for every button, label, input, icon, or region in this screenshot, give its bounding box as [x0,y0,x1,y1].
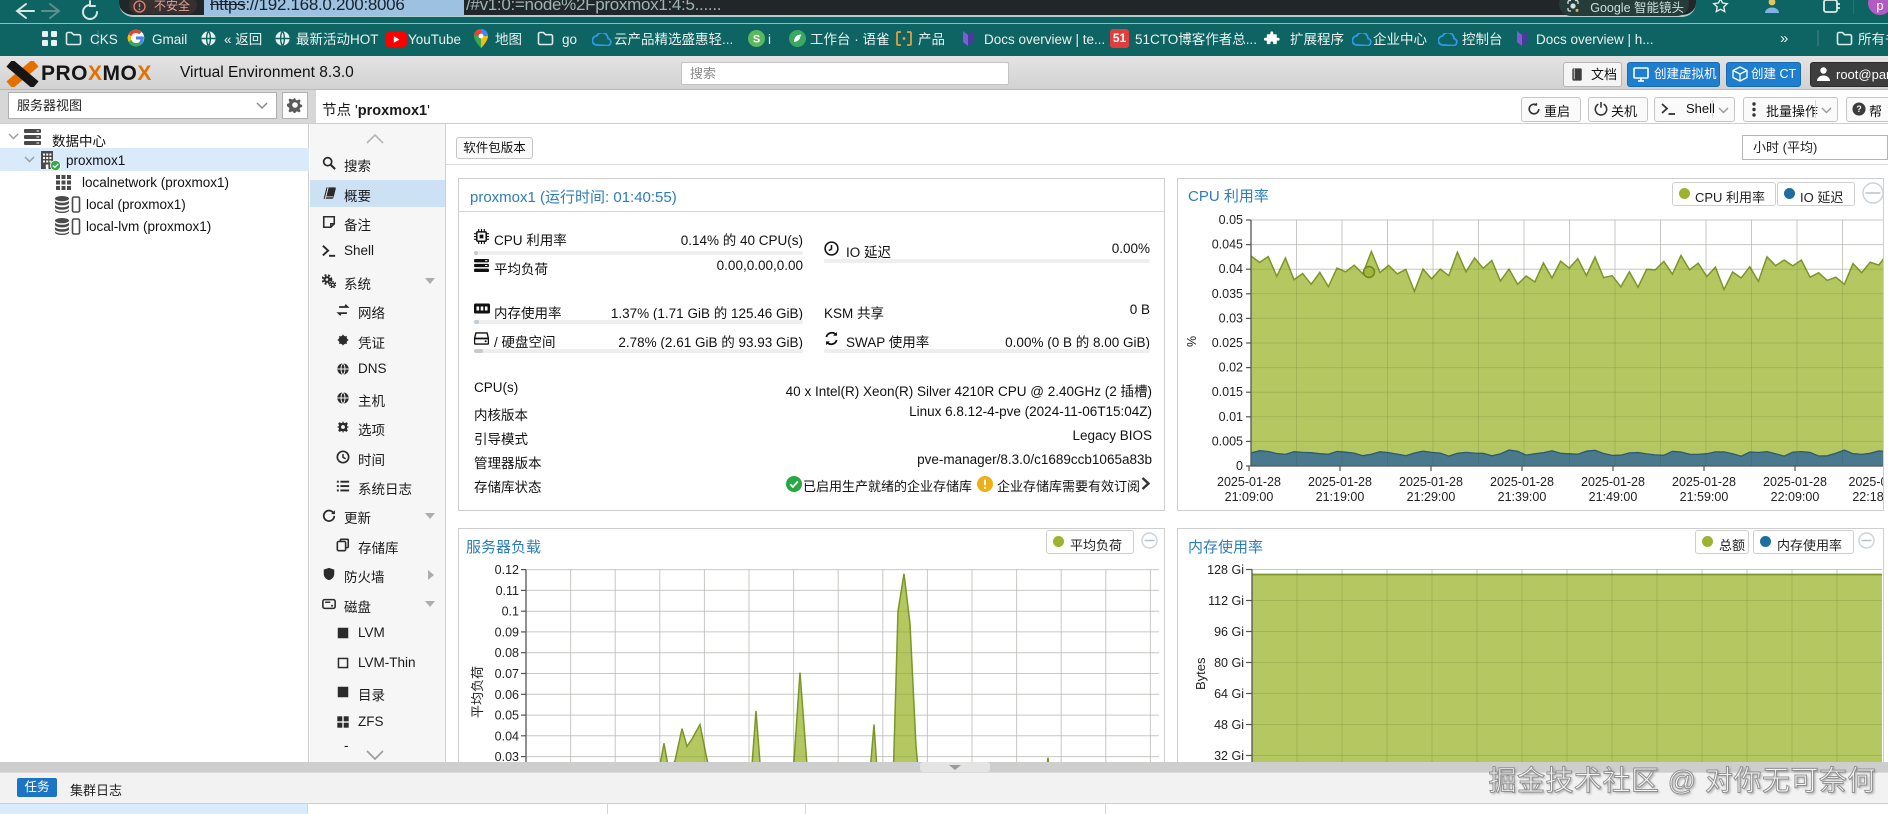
svg-text:0.1: 0.1 [502,605,519,619]
svg-text:21:39:00: 21:39:00 [1498,490,1547,504]
svg-text:0.09: 0.09 [495,625,519,639]
svg-text:2025-01-28: 2025-01-28 [1399,475,1463,489]
svg-text:0.03: 0.03 [1219,311,1243,325]
svg-text:0.08: 0.08 [495,646,519,660]
svg-text:0.05: 0.05 [495,709,519,723]
svg-text:平均负荷: 平均负荷 [470,666,485,718]
svg-text:0.02: 0.02 [1219,361,1243,375]
svg-text:0.12: 0.12 [495,563,519,577]
svg-text:0.07: 0.07 [495,667,519,681]
svg-text:2025-01-28: 2025-01-28 [1672,475,1736,489]
svg-text:?: ? [1856,104,1861,114]
svg-text:21:59:00: 21:59:00 [1680,490,1729,504]
svg-text:0.04: 0.04 [1219,262,1243,276]
svg-text:2025-01-28: 2025-01-28 [1763,475,1827,489]
svg-text:0.035: 0.035 [1212,287,1243,301]
svg-text:2025-01-28: 2025-01-28 [1308,475,1372,489]
svg-text:21:49:00: 21:49:00 [1589,490,1638,504]
svg-text:96 Gi: 96 Gi [1214,625,1244,639]
svg-text:0.025: 0.025 [1212,336,1243,350]
svg-text:0.01: 0.01 [1219,410,1243,424]
svg-text:112 Gi: 112 Gi [1208,594,1244,608]
svg-text:80 Gi: 80 Gi [1214,656,1244,670]
svg-text:21:19:00: 21:19:00 [1316,490,1365,504]
svg-text:2025-01-28: 2025-01-28 [1581,475,1645,489]
svg-text:22:18: 22:18 [1852,490,1883,504]
svg-text:0.04: 0.04 [495,729,519,743]
svg-text:0.06: 0.06 [495,688,519,702]
svg-text:Bytes: Bytes [1193,657,1208,690]
svg-text:0.11: 0.11 [496,584,519,598]
svg-text:2025-01-28: 2025-01-28 [1217,475,1281,489]
svg-text:0: 0 [1236,459,1243,473]
svg-text:0.03: 0.03 [495,750,519,762]
svg-text:0.015: 0.015 [1212,385,1243,399]
svg-text:0.005: 0.005 [1212,434,1243,448]
svg-text:21:09:00: 21:09:00 [1225,490,1274,504]
svg-text:0.045: 0.045 [1212,238,1243,252]
svg-text:%: % [1185,336,1199,347]
svg-text:S: S [753,34,760,46]
svg-text:2025-0: 2025-0 [1849,475,1883,489]
svg-text:64 Gi: 64 Gi [1214,687,1244,701]
svg-text:48 Gi: 48 Gi [1214,718,1244,732]
svg-text:32 Gi: 32 Gi [1214,749,1244,762]
svg-text:22:09:00: 22:09:00 [1771,490,1820,504]
svg-text:21:29:00: 21:29:00 [1407,490,1456,504]
svg-text:0.05: 0.05 [1219,213,1243,227]
svg-text:128 Gi: 128 Gi [1207,563,1244,577]
svg-text:2025-01-28: 2025-01-28 [1490,475,1554,489]
